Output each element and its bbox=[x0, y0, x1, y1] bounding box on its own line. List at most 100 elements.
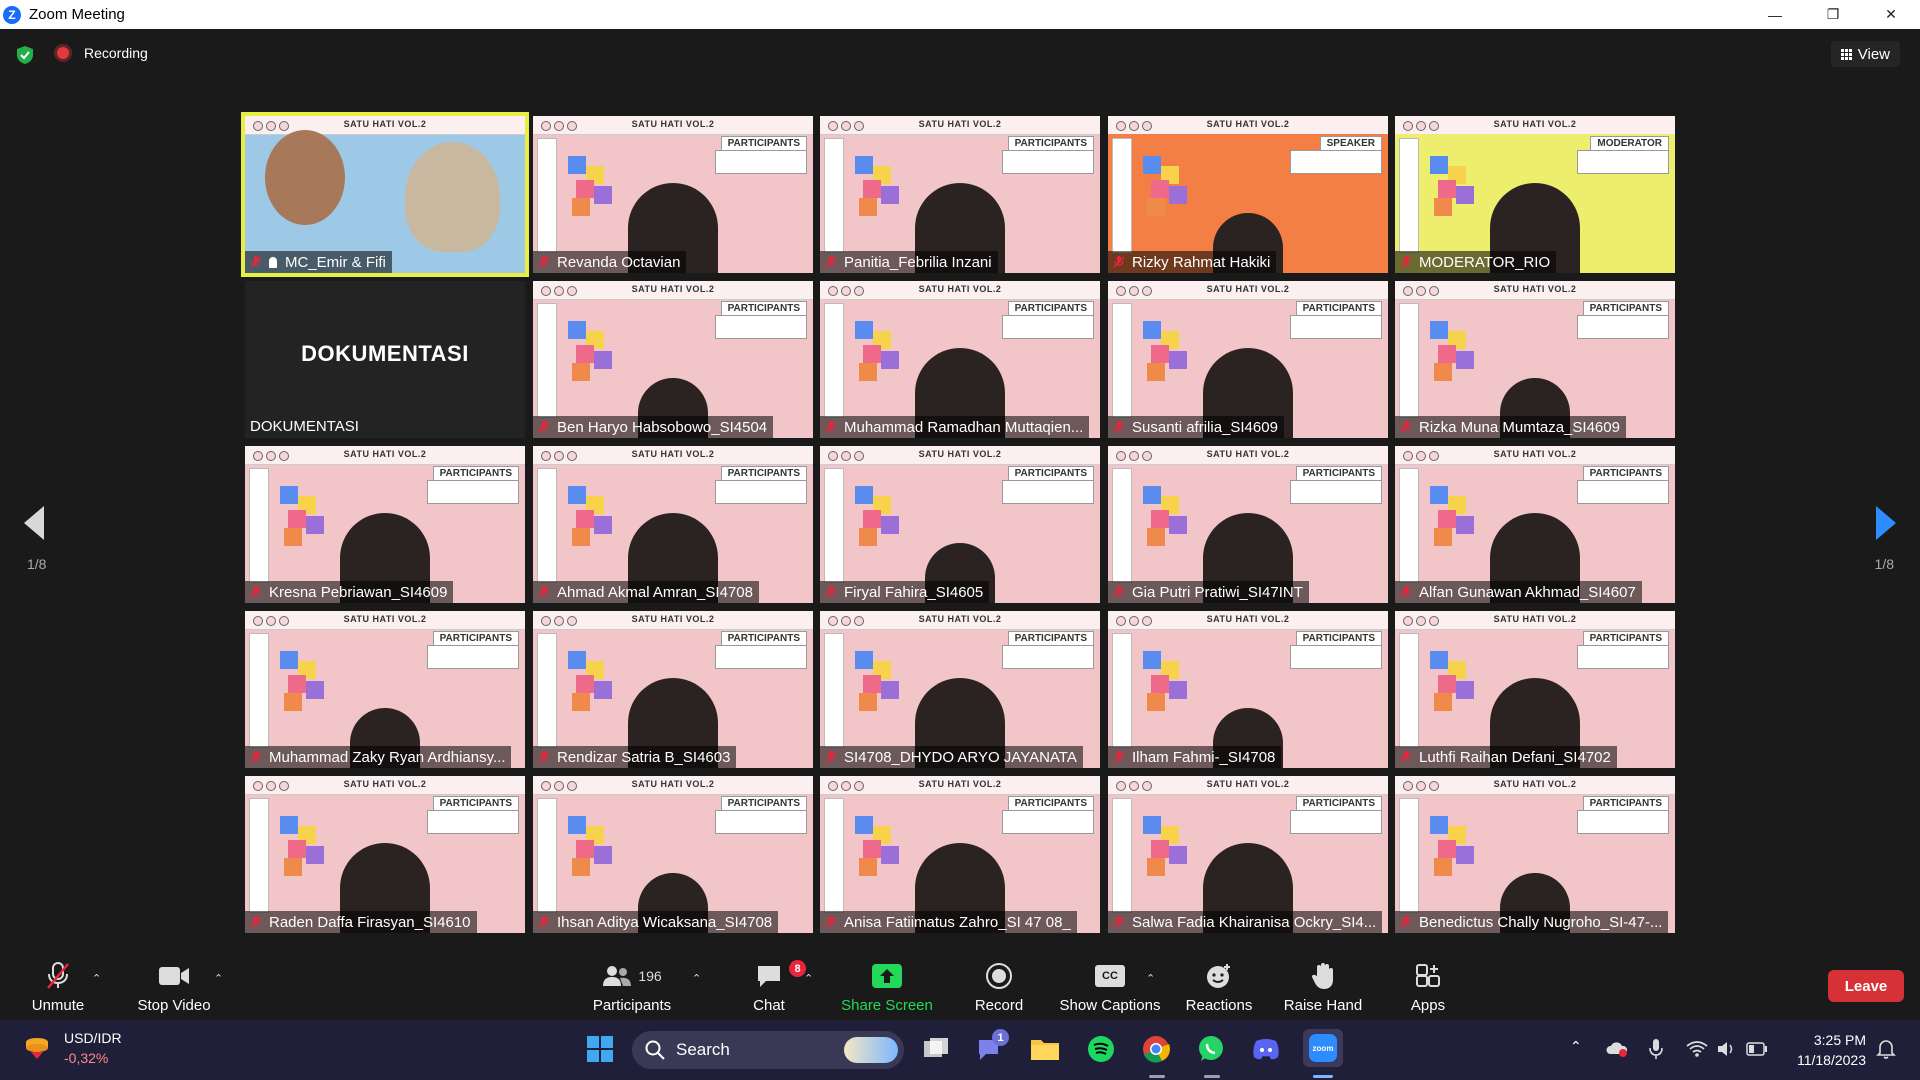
windows-taskbar: USD/IDR -0,32% Search 1 zoom ⌃ 3:25 PM 1… bbox=[0, 1020, 1920, 1080]
participant-video-tile[interactable]: SATU HATI VOL.2 PARTICIPANTS Kresna Pebria… bbox=[245, 446, 525, 603]
previous-page-arrow-icon[interactable] bbox=[24, 506, 44, 540]
stop-video-button[interactable]: Stop Video bbox=[134, 952, 214, 1020]
participant-video-tile[interactable]: SATU HATI VOL.2 PARTICIPANTS Revanda Octav… bbox=[533, 116, 813, 273]
participant-video-tile[interactable]: SATU HATI VOL.2 PARTICIPANTS Benedictus Ch… bbox=[1395, 776, 1675, 933]
virtual-background-header: SATU HATI VOL.2 bbox=[1395, 776, 1675, 795]
chrome-icon[interactable] bbox=[1140, 1033, 1172, 1065]
participant-video-tile[interactable]: SATU HATI VOL.2 PARTICIPANTS Salwa Fadia K… bbox=[1108, 776, 1388, 933]
participant-video-tile[interactable]: DOKUMENTASI DOKUMENTASI bbox=[245, 281, 525, 438]
raise-hand-button[interactable]: Raise Hand bbox=[1283, 952, 1363, 1020]
apps-button[interactable]: Apps bbox=[1403, 952, 1453, 1020]
participant-video-tile[interactable]: SATU HATI VOL.2 MODERATOR MODERATOR_RIO bbox=[1395, 116, 1675, 273]
participant-video-tile[interactable]: SATU HATI VOL.2 PARTICIPANTS Muhammad Rama… bbox=[820, 281, 1100, 438]
wifi-icon[interactable] bbox=[1686, 1040, 1708, 1061]
chat-button[interactable]: 8 Chat bbox=[740, 952, 806, 1020]
virtual-background-role-tag: PARTICIPANTS bbox=[1582, 631, 1669, 646]
virtual-background-toolbar bbox=[249, 468, 269, 583]
taskbar-date[interactable]: 11/18/2023 bbox=[1797, 1052, 1866, 1068]
view-button[interactable]: View bbox=[1830, 41, 1900, 67]
participant-video-tile[interactable]: SATU HATI VOL.2 PARTICIPANTS Alfan Gunawan… bbox=[1395, 446, 1675, 603]
participant-video-tile[interactable]: SATU HATI VOL.2 PARTICIPANTS Ben Haryo Hab… bbox=[533, 281, 813, 438]
start-windows-icon[interactable] bbox=[584, 1033, 616, 1065]
show-captions-button[interactable]: CC Show Captions bbox=[1057, 952, 1163, 1020]
virtual-background-role-tag: PARTICIPANTS bbox=[1007, 466, 1094, 481]
zoom-taskbar-icon[interactable]: zoom bbox=[1303, 1029, 1343, 1067]
record-icon bbox=[986, 963, 1012, 989]
restore-button[interactable]: ❐ bbox=[1804, 0, 1862, 29]
participant-name: DOKUMENTASI bbox=[250, 418, 359, 435]
share-screen-button[interactable]: Share Screen bbox=[840, 952, 934, 1020]
participant-name-bar: MC_Emir & Fifi bbox=[245, 251, 392, 273]
record-button[interactable]: Record bbox=[969, 952, 1029, 1020]
participant-video-tile[interactable]: SATU HATI VOL.2 PARTICIPANTS Panitia_Febri… bbox=[820, 116, 1100, 273]
participants-options-caret-icon[interactable]: ⌃ bbox=[692, 972, 701, 985]
participant-video-tile[interactable]: SATU HATI VOL.2 SPEAKER Rizky Rahmat Hakik… bbox=[1108, 116, 1388, 273]
captions-options-caret-icon[interactable]: ⌃ bbox=[1146, 972, 1155, 985]
participant-name: Susanti afrilia_SI4609 bbox=[1132, 418, 1278, 436]
virtual-background-header: SATU HATI VOL.2 bbox=[1108, 116, 1388, 135]
virtual-background-color-blocks bbox=[1430, 816, 1480, 876]
virtual-background-subtitle-box bbox=[1577, 315, 1669, 339]
show-hidden-icons-chevron-icon[interactable]: ⌃ bbox=[1570, 1038, 1582, 1055]
chat-options-caret-icon[interactable]: ⌃ bbox=[804, 972, 813, 985]
participant-video-tile[interactable]: SATU HATI VOL.2 PARTICIPANTS Ahmad Akmal A… bbox=[533, 446, 813, 603]
recording-label[interactable]: Recording bbox=[84, 45, 148, 61]
leave-button[interactable]: Leave bbox=[1828, 970, 1904, 1002]
virtual-background-toolbar bbox=[537, 138, 557, 253]
participant-video-tile[interactable]: SATU HATI VOL.2 PARTICIPANTS Luthfi Raihan… bbox=[1395, 611, 1675, 768]
taskbar-time[interactable]: 3:25 PM bbox=[1814, 1032, 1866, 1048]
participant-video-tile[interactable]: SATU HATI VOL.2 PARTICIPANTS Susanti afril… bbox=[1108, 281, 1388, 438]
task-view-icon[interactable] bbox=[920, 1033, 952, 1065]
participant-video-tile[interactable]: SATU HATI VOL.2 PARTICIPANTS Firyal Fahira… bbox=[820, 446, 1100, 603]
participant-name-bar: SI4708_DHYDO ARYO JAYANATA bbox=[820, 746, 1083, 768]
muted-microphone-icon bbox=[538, 256, 550, 268]
virtual-background-toolbar bbox=[824, 303, 844, 418]
currency-ticker-change: -0,32% bbox=[64, 1050, 109, 1066]
currency-widget-icon[interactable] bbox=[22, 1032, 52, 1062]
participant-video-tile[interactable]: SATU HATI VOL.2 PARTICIPANTS Raden Daffa F… bbox=[245, 776, 525, 933]
virtual-background-title: SATU HATI VOL.2 bbox=[631, 449, 715, 459]
virtual-background-header: SATU HATI VOL.2 bbox=[533, 446, 813, 465]
virtual-background-color-blocks bbox=[855, 651, 905, 711]
muted-microphone-icon bbox=[825, 421, 837, 433]
participant-name: MODERATOR_RIO bbox=[1419, 253, 1551, 271]
virtual-background-header: SATU HATI VOL.2 bbox=[1395, 116, 1675, 135]
participant-video-tile[interactable]: SATU HATI VOL.2 PARTICIPANTS Rendizar Satr… bbox=[533, 611, 813, 768]
participant-video-tile[interactable]: SATU HATI VOL.2 PARTICIPANTS SI4708_DHYDO … bbox=[820, 611, 1100, 768]
taskbar-search-box[interactable]: Search bbox=[632, 1031, 904, 1069]
participant-video-tile[interactable]: SATU HATI VOL.2 PARTICIPANTS Ilham Fahmi-_… bbox=[1108, 611, 1388, 768]
participant-video-tile[interactable]: SATU HATI VOL.2 PARTICIPANTS Anisa Fatiima… bbox=[820, 776, 1100, 933]
participants-button[interactable]: 196 Participants bbox=[586, 952, 678, 1020]
minimize-button[interactable]: — bbox=[1746, 0, 1804, 29]
close-window-button[interactable]: ✕ bbox=[1862, 0, 1920, 29]
participant-video-tile[interactable]: SATU HATI VOL.2 PARTICIPANTS Ihsan Aditya … bbox=[533, 776, 813, 933]
virtual-background-subtitle-box bbox=[427, 645, 519, 669]
onedrive-icon[interactable] bbox=[1606, 1040, 1628, 1061]
reactions-button[interactable]: Reactions bbox=[1183, 952, 1255, 1020]
encryption-shield-icon[interactable] bbox=[15, 45, 35, 65]
whatsapp-icon[interactable] bbox=[1195, 1033, 1227, 1065]
participant-name-bar: Kresna Pebriawan_SI4609 bbox=[245, 581, 454, 603]
volume-icon[interactable] bbox=[1716, 1040, 1736, 1061]
next-page-arrow-icon[interactable] bbox=[1876, 506, 1896, 540]
virtual-background-subtitle-box bbox=[1002, 150, 1094, 174]
participant-video-tile[interactable]: SATU HATI VOL.2 PARTICIPANTS Gia Putri Pra… bbox=[1108, 446, 1388, 603]
video-options-caret-icon[interactable]: ⌃ bbox=[214, 972, 223, 985]
unmute-button[interactable]: Unmute bbox=[22, 952, 94, 1020]
file-explorer-icon[interactable] bbox=[1029, 1033, 1061, 1065]
participant-video-tile[interactable]: SATU HATI VOL.2 PARTICIPANTS Muhammad Zaky… bbox=[245, 611, 525, 768]
microphone-tray-icon[interactable] bbox=[1648, 1038, 1664, 1063]
battery-icon[interactable] bbox=[1746, 1042, 1768, 1059]
whatsapp-running-indicator bbox=[1204, 1075, 1220, 1078]
participant-video-tile[interactable]: SATU HATI VOL.2 PARTICIPANTS Rizka Muna Mu… bbox=[1395, 281, 1675, 438]
participant-video-tile[interactable]: SATU HATI VOL.2 MC_Emir & Fifi bbox=[241, 112, 529, 277]
teams-chat-icon[interactable]: 1 bbox=[974, 1029, 1009, 1065]
search-label: Search bbox=[676, 1040, 730, 1059]
currency-ticker-name[interactable]: USD/IDR bbox=[64, 1030, 122, 1046]
spotify-icon[interactable] bbox=[1085, 1033, 1117, 1065]
participant-name-bar: Gia Putri Pratiwi_SI47INT bbox=[1108, 581, 1309, 603]
virtual-background-color-blocks bbox=[1430, 651, 1480, 711]
notification-bell-icon[interactable] bbox=[1876, 1038, 1896, 1063]
audio-options-caret-icon[interactable]: ⌃ bbox=[92, 972, 101, 985]
discord-icon[interactable] bbox=[1250, 1033, 1282, 1065]
